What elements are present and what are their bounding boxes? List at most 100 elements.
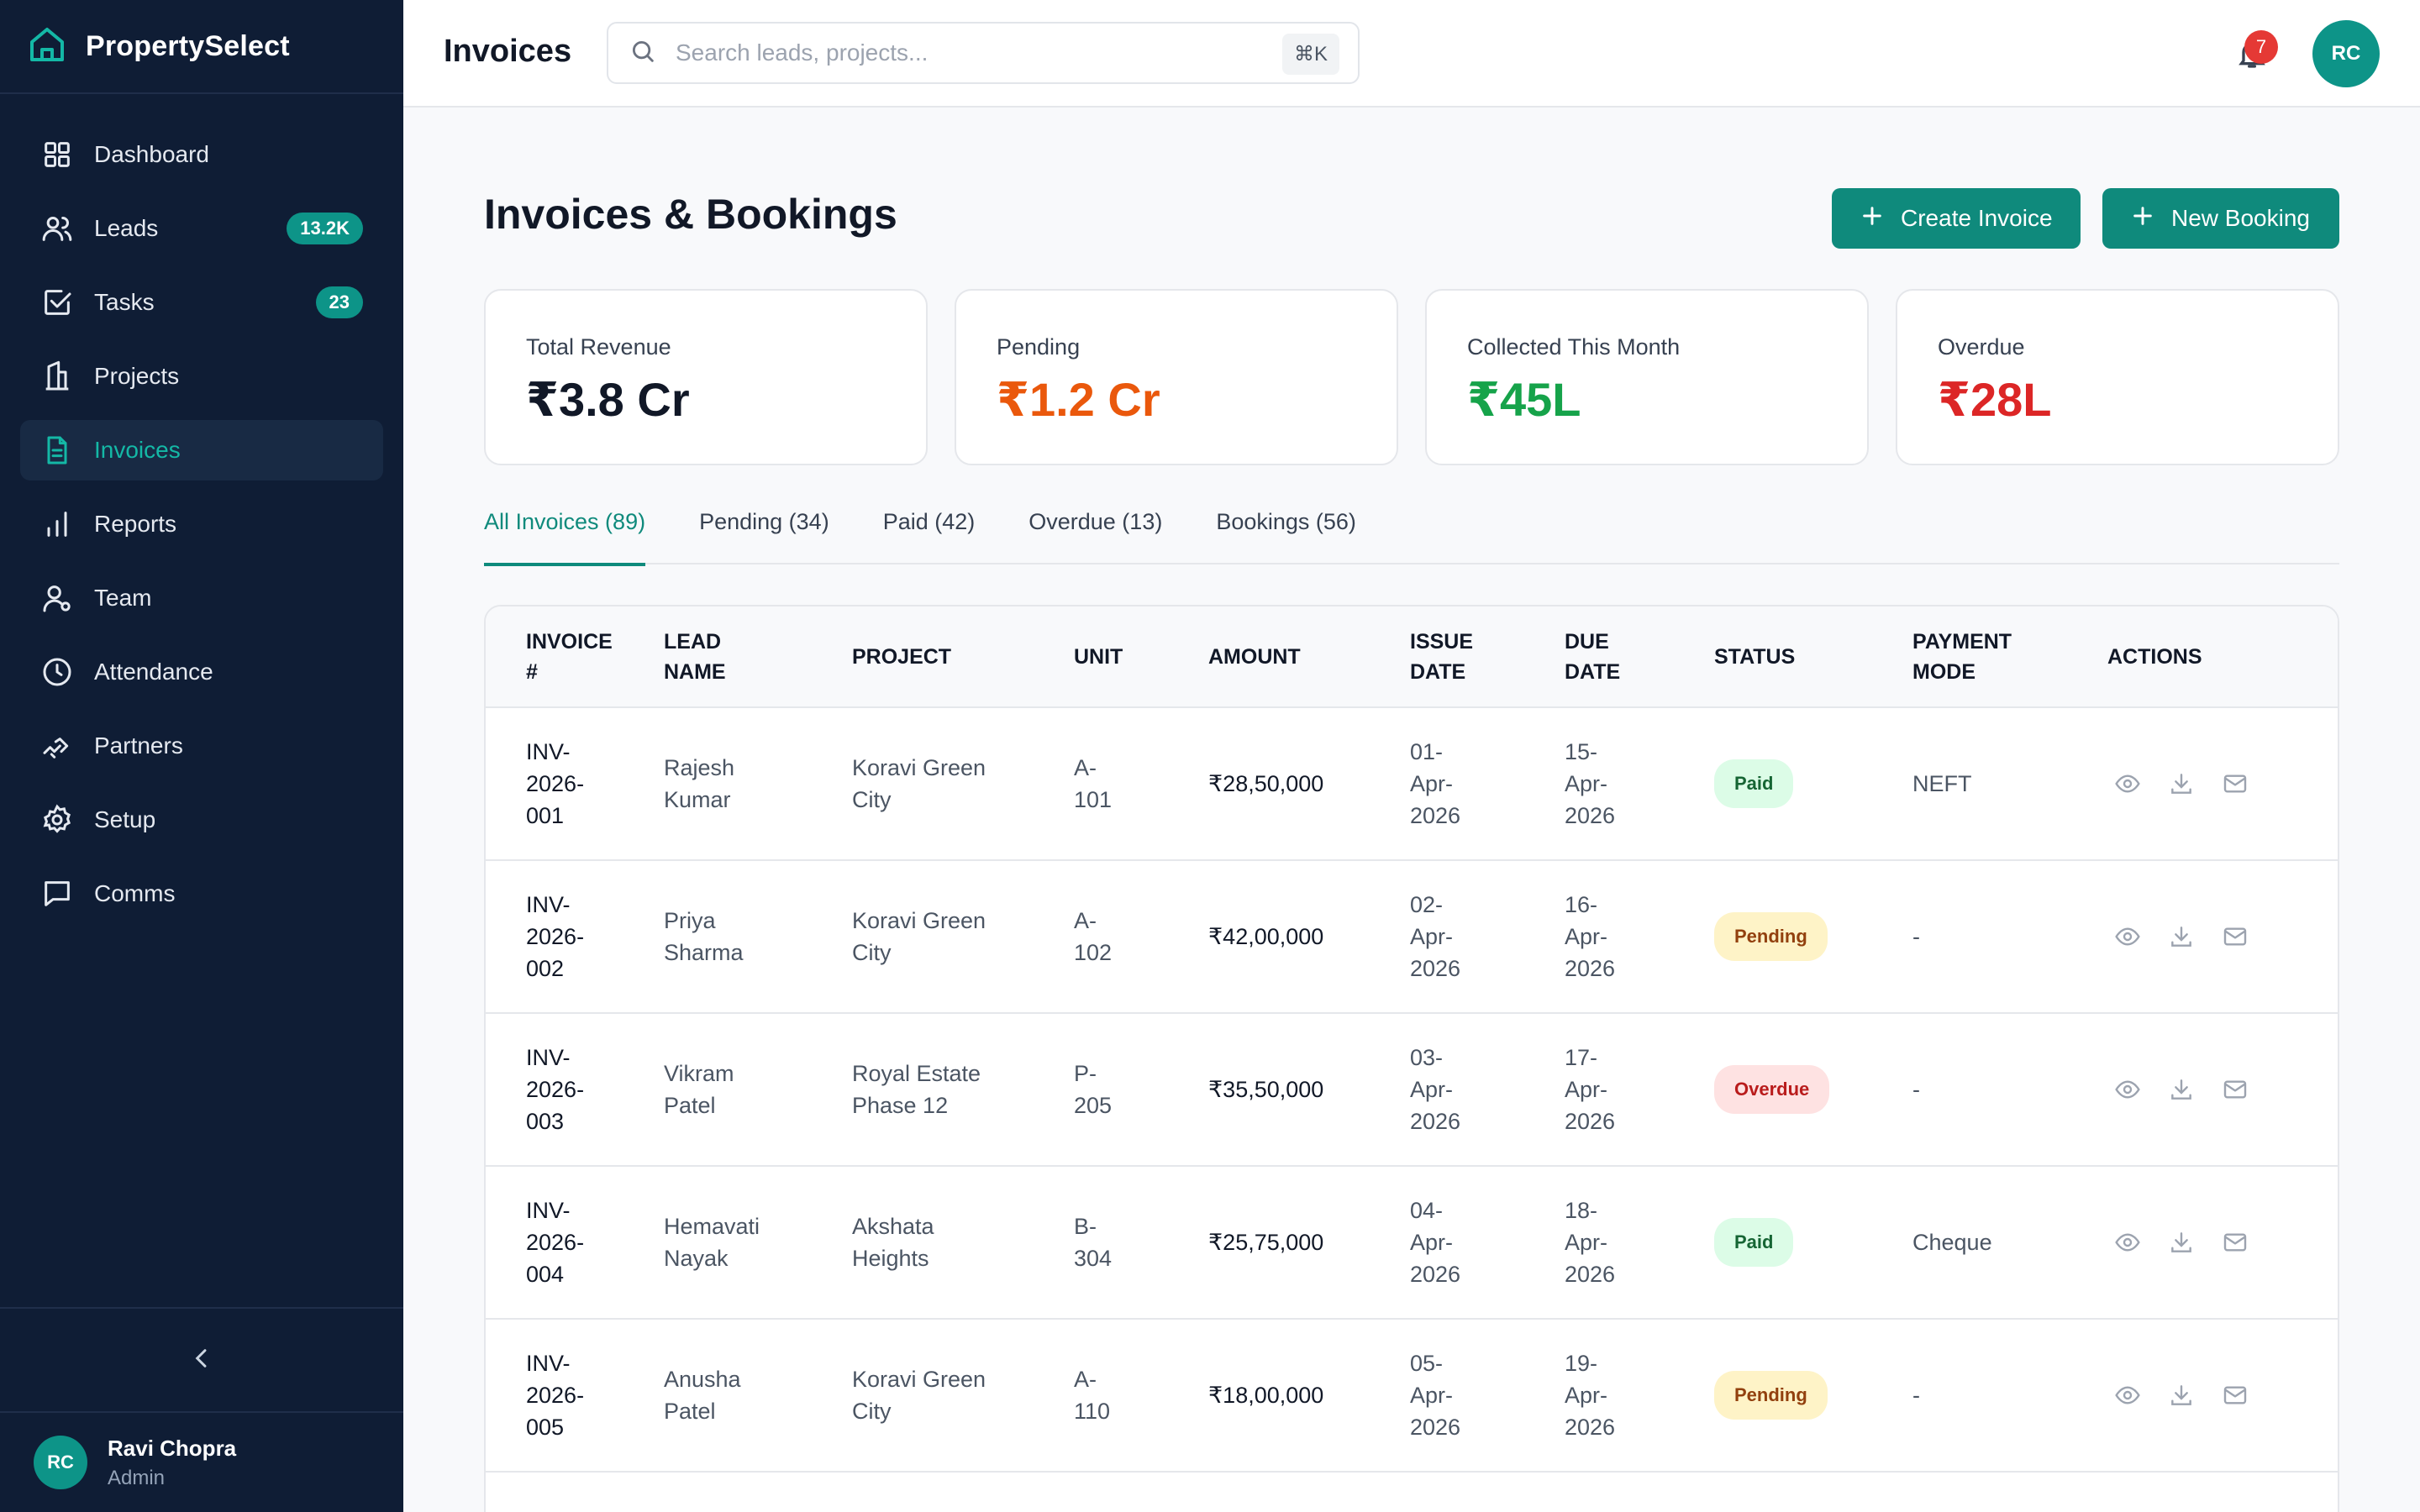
invoice-number: INV-2026-002 — [526, 892, 585, 981]
invoice-number-cell: INV-2026-003 — [486, 1013, 664, 1167]
payment-mode-cell: - — [1912, 1319, 2107, 1473]
mail-icon[interactable] — [2222, 1229, 2249, 1256]
sidebar-item-label: Projects — [94, 363, 180, 389]
view-icon[interactable] — [2114, 1229, 2141, 1256]
table-row[interactable]: INV-2026-005 Anusha Patel Koravi Green Cit… — [486, 1319, 2338, 1473]
mail-icon[interactable] — [2222, 923, 2249, 950]
payment-mode-cell: - — [1912, 1013, 2107, 1167]
issue-date: 02-Apr-2026 — [1410, 892, 1461, 981]
payment-mode: - — [1912, 1077, 1920, 1102]
amount-cell: ₹25,75,000 — [1208, 1166, 1410, 1320]
download-icon[interactable] — [2168, 1382, 2195, 1409]
column-header: Issue Date — [1410, 606, 1565, 708]
payment-mode-cell: NEFT — [1912, 707, 2107, 861]
lead-name: Rajesh Kumar — [664, 755, 735, 812]
download-icon[interactable] — [2168, 770, 2195, 797]
tab-bookings[interactable]: Bookings (56) — [1216, 501, 1356, 564]
download-icon[interactable] — [2168, 1229, 2195, 1256]
download-icon[interactable] — [2168, 923, 2195, 950]
download-icon[interactable] — [2168, 1076, 2195, 1103]
issue-date-cell: 01-Apr-2026 — [1410, 707, 1565, 861]
payment-mode: - — [1912, 1383, 1920, 1408]
lead-name: Vikram Patel — [664, 1061, 734, 1118]
lead-name: Priya Sharma — [664, 908, 744, 965]
project-cell: Koravi Green City — [852, 860, 1074, 1014]
view-icon[interactable] — [2114, 1382, 2141, 1409]
status-cell: Paid — [1714, 707, 1912, 861]
column-header: Actions — [2107, 606, 2338, 708]
sidebar-item-label: Dashboard — [94, 141, 209, 167]
sidebar-item-dashboard[interactable]: Dashboard — [20, 124, 383, 185]
gear-icon — [40, 803, 74, 837]
tab-overdue[interactable]: Overdue (13) — [1028, 501, 1162, 564]
view-icon[interactable] — [2114, 923, 2141, 950]
search-input[interactable] — [676, 39, 1264, 66]
column-header-label: Actions — [2107, 644, 2202, 669]
table-body: INV-2026-001 Rajesh Kumar Koravi Green Cit… — [486, 707, 2338, 1473]
sidebar-item-reports[interactable]: Reports — [20, 494, 383, 554]
brand[interactable]: PropertySelect — [0, 0, 403, 94]
top-header: Invoices ⌘K 7 RC — [403, 0, 2420, 108]
column-header-label: Payment Mode — [1912, 629, 2012, 684]
sidebar-item-tasks[interactable]: Tasks 23 — [20, 272, 383, 333]
invoice-number-cell: INV-2026-002 — [486, 860, 664, 1014]
sidebar-item-label: Tasks — [94, 289, 155, 315]
column-header-label: Issue Date — [1410, 629, 1474, 684]
project-name: Koravi Green City — [852, 755, 986, 812]
issue-date-cell: 02-Apr-2026 — [1410, 860, 1565, 1014]
mail-icon[interactable] — [2222, 770, 2249, 797]
actions-cell — [2107, 1319, 2338, 1473]
table-row[interactable]: INV-2026-003 Vikram Patel Royal Estate Pha… — [486, 1013, 2338, 1167]
stat-value: ₹28L — [1938, 373, 2052, 426]
checkbox-icon — [40, 286, 74, 319]
mail-icon[interactable] — [2222, 1076, 2249, 1103]
sidebar-item-partners[interactable]: Partners — [20, 716, 383, 776]
sidebar-item-setup[interactable]: Setup — [20, 790, 383, 850]
tab-pending[interactable]: Pending (34) — [699, 501, 829, 564]
collapse-sidebar-button[interactable] — [0, 1307, 403, 1411]
create-invoice-button[interactable]: Create Invoice — [1832, 188, 2081, 249]
stat-label: Collected This Month — [1467, 334, 1681, 360]
tab-paid[interactable]: Paid (42) — [883, 501, 976, 564]
unit: A-101 — [1074, 755, 1113, 812]
due-date: 17-Apr-2026 — [1565, 1045, 1616, 1134]
lead-name: Anusha Patel — [664, 1367, 741, 1424]
sidebar-item-comms[interactable]: Comms — [20, 864, 383, 924]
unit-cell: P-205 — [1074, 1013, 1208, 1167]
tab-all[interactable]: All Invoices (89) — [484, 501, 646, 566]
brand-name: PropertySelect — [86, 29, 290, 62]
avatar[interactable]: RC — [2312, 20, 2380, 87]
invoice-number: INV-2026-005 — [526, 1351, 585, 1440]
user-name: Ravi Chopra — [108, 1435, 237, 1461]
status-cell: Pending — [1714, 860, 1912, 1014]
invoices-table: Invoice # Lead Name Project Unit Amount Issue… — [484, 605, 2339, 1512]
stat-card-collected-this-month: Collected This Month ₹45L — [1425, 289, 1869, 465]
due-date-cell: 18-Apr-2026 — [1565, 1166, 1714, 1320]
view-icon[interactable] — [2114, 1076, 2141, 1103]
amount: ₹35,50,000 — [1208, 1077, 1324, 1102]
table-row[interactable]: INV-2026-004 Hemavati Nayak Akshata Height… — [486, 1166, 2338, 1320]
due-date-cell: 15-Apr-2026 — [1565, 707, 1714, 861]
status-cell: Paid — [1714, 1166, 1912, 1320]
mail-icon[interactable] — [2222, 1382, 2249, 1409]
amount-cell: ₹35,50,000 — [1208, 1013, 1410, 1167]
sidebar-item-projects[interactable]: Projects — [20, 346, 383, 407]
sidebar-item-attendance[interactable]: Attendance — [20, 642, 383, 702]
building-icon — [40, 360, 74, 393]
table-row[interactable]: INV-2026-001 Rajesh Kumar Koravi Green Cit… — [486, 707, 2338, 861]
sidebar-item-invoices[interactable]: Invoices — [20, 420, 383, 480]
view-icon[interactable] — [2114, 770, 2141, 797]
users-icon — [40, 212, 74, 245]
unit: P-205 — [1074, 1061, 1113, 1118]
table-row[interactable]: INV-2026-002 Priya Sharma Koravi Green Cit… — [486, 860, 2338, 1014]
search-box[interactable]: ⌘K — [607, 22, 1360, 84]
lead-name-cell: Vikram Patel — [664, 1013, 852, 1167]
stat-label: Pending — [997, 334, 1081, 360]
new-booking-button[interactable]: New Booking — [2102, 188, 2339, 249]
sidebar-item-team[interactable]: Team — [20, 568, 383, 628]
user-profile[interactable]: RC Ravi Chopra Admin — [0, 1411, 403, 1512]
stat-card-pending: Pending ₹1.2 Cr — [955, 289, 1398, 465]
due-date: 18-Apr-2026 — [1565, 1198, 1616, 1287]
sidebar-item-leads[interactable]: Leads 13.2K — [20, 198, 383, 259]
due-date: 15-Apr-2026 — [1565, 739, 1616, 828]
